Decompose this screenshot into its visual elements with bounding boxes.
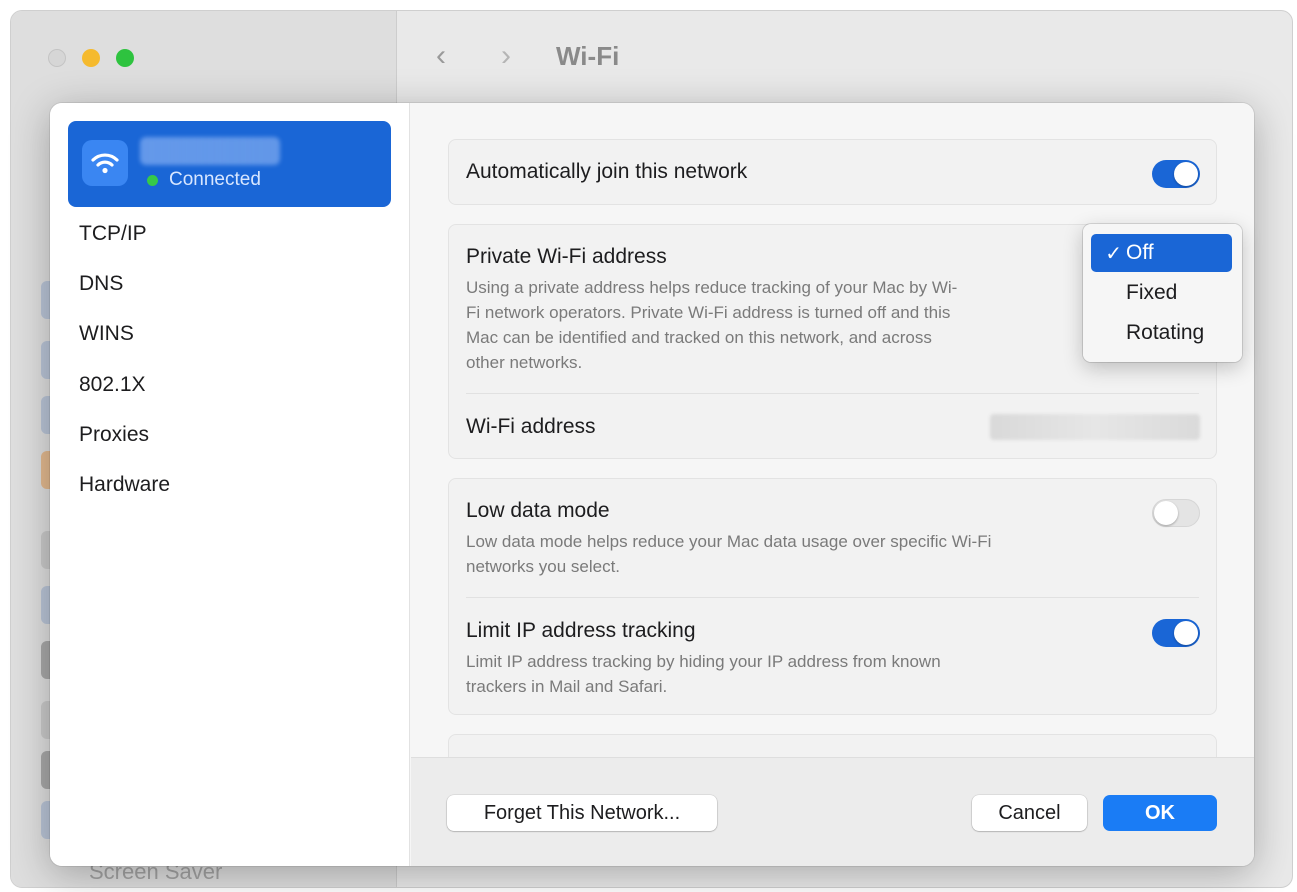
window-title: Wi-Fi [556, 41, 620, 71]
forward-chevron-icon[interactable]: › [501, 39, 511, 73]
wifi-icon [82, 140, 128, 186]
connected-status-dot [147, 175, 158, 186]
description-line: Using a private address helps reduce tra… [466, 278, 958, 297]
low-data-mode-toggle[interactable] [1152, 499, 1200, 527]
sidebar-item-tcpip[interactable]: TCP/IP [79, 222, 147, 246]
ok-button[interactable]: OK [1103, 795, 1217, 831]
minimize-window-button[interactable] [82, 49, 100, 67]
wifi-address-label: Wi-Fi address [466, 415, 596, 438]
details-sidebar: Connected TCP/IP DNS WINS 802.1X Proxies… [50, 103, 410, 866]
low-data-mode-description: Low data mode helps reduce your Mac data… [466, 529, 991, 579]
description-line: Fi network operators. Private Wi-Fi addr… [466, 303, 951, 322]
details-main: Automatically join this network Private … [411, 103, 1254, 774]
zoom-window-button[interactable] [116, 49, 134, 67]
cancel-button[interactable]: Cancel [972, 795, 1087, 831]
back-chevron-icon[interactable]: ‹ [436, 39, 446, 73]
wifi-address-redacted [990, 414, 1200, 440]
menu-item-label: Off [1126, 241, 1154, 264]
low-data-mode-label: Low data mode [466, 499, 610, 522]
description-line: Low data mode helps reduce your Mac data… [466, 532, 992, 551]
limit-ip-tracking-label: Limit IP address tracking [466, 619, 696, 642]
toggle-knob [1154, 501, 1178, 525]
sidebar-item-wins[interactable]: WINS [79, 322, 134, 346]
menu-item-rotating[interactable]: Rotating [1091, 314, 1232, 352]
connection-status: Connected [169, 169, 261, 190]
description-line: networks you select. [466, 557, 621, 576]
selected-network-card[interactable]: Connected [68, 121, 391, 207]
divider [466, 393, 1199, 394]
divider [466, 597, 1199, 598]
menu-item-off[interactable]: ✓ Off [1091, 234, 1232, 272]
description-line: Mac can be identified and tracked on thi… [466, 328, 932, 347]
sidebar-item-proxies[interactable]: Proxies [79, 423, 149, 447]
network-details-sheet: Connected TCP/IP DNS WINS 802.1X Proxies… [50, 103, 1254, 866]
auto-join-label: Automatically join this network [466, 160, 748, 183]
menu-item-label: Rotating [1126, 321, 1205, 344]
limit-ip-tracking-description: Limit IP address tracking by hiding your… [466, 649, 941, 699]
limit-ip-tracking-toggle[interactable] [1152, 619, 1200, 647]
description-line: other networks. [466, 353, 583, 372]
checkmark-icon: ✓ [1105, 242, 1122, 265]
private-address-menu: ✓ Off Fixed Rotating [1083, 224, 1242, 362]
private-address-label: Private Wi-Fi address [466, 245, 667, 268]
menu-item-label: Fixed [1126, 281, 1178, 304]
forget-network-button[interactable]: Forget This Network... [447, 795, 717, 831]
toggle-knob [1174, 162, 1198, 186]
sidebar-item-dns[interactable]: DNS [79, 272, 123, 296]
auto-join-toggle[interactable] [1152, 160, 1200, 188]
description-line: Limit IP address tracking by hiding your… [466, 652, 941, 671]
sheet-footer: Forget This Network... Cancel OK [411, 757, 1254, 866]
toggle-knob [1174, 621, 1198, 645]
description-line: trackers in Mail and Safari. [466, 677, 668, 696]
sidebar-item-8021x[interactable]: 802.1X [79, 373, 146, 397]
auto-join-group: Automatically join this network [448, 139, 1217, 205]
menu-item-fixed[interactable]: Fixed [1091, 274, 1232, 312]
close-window-button[interactable] [48, 49, 66, 67]
data-tracking-group: Low data mode Low data mode helps reduce… [448, 478, 1217, 715]
sidebar-item-hardware[interactable]: Hardware [79, 473, 170, 497]
private-address-description: Using a private address helps reduce tra… [466, 275, 957, 375]
network-name-redacted [140, 137, 280, 165]
